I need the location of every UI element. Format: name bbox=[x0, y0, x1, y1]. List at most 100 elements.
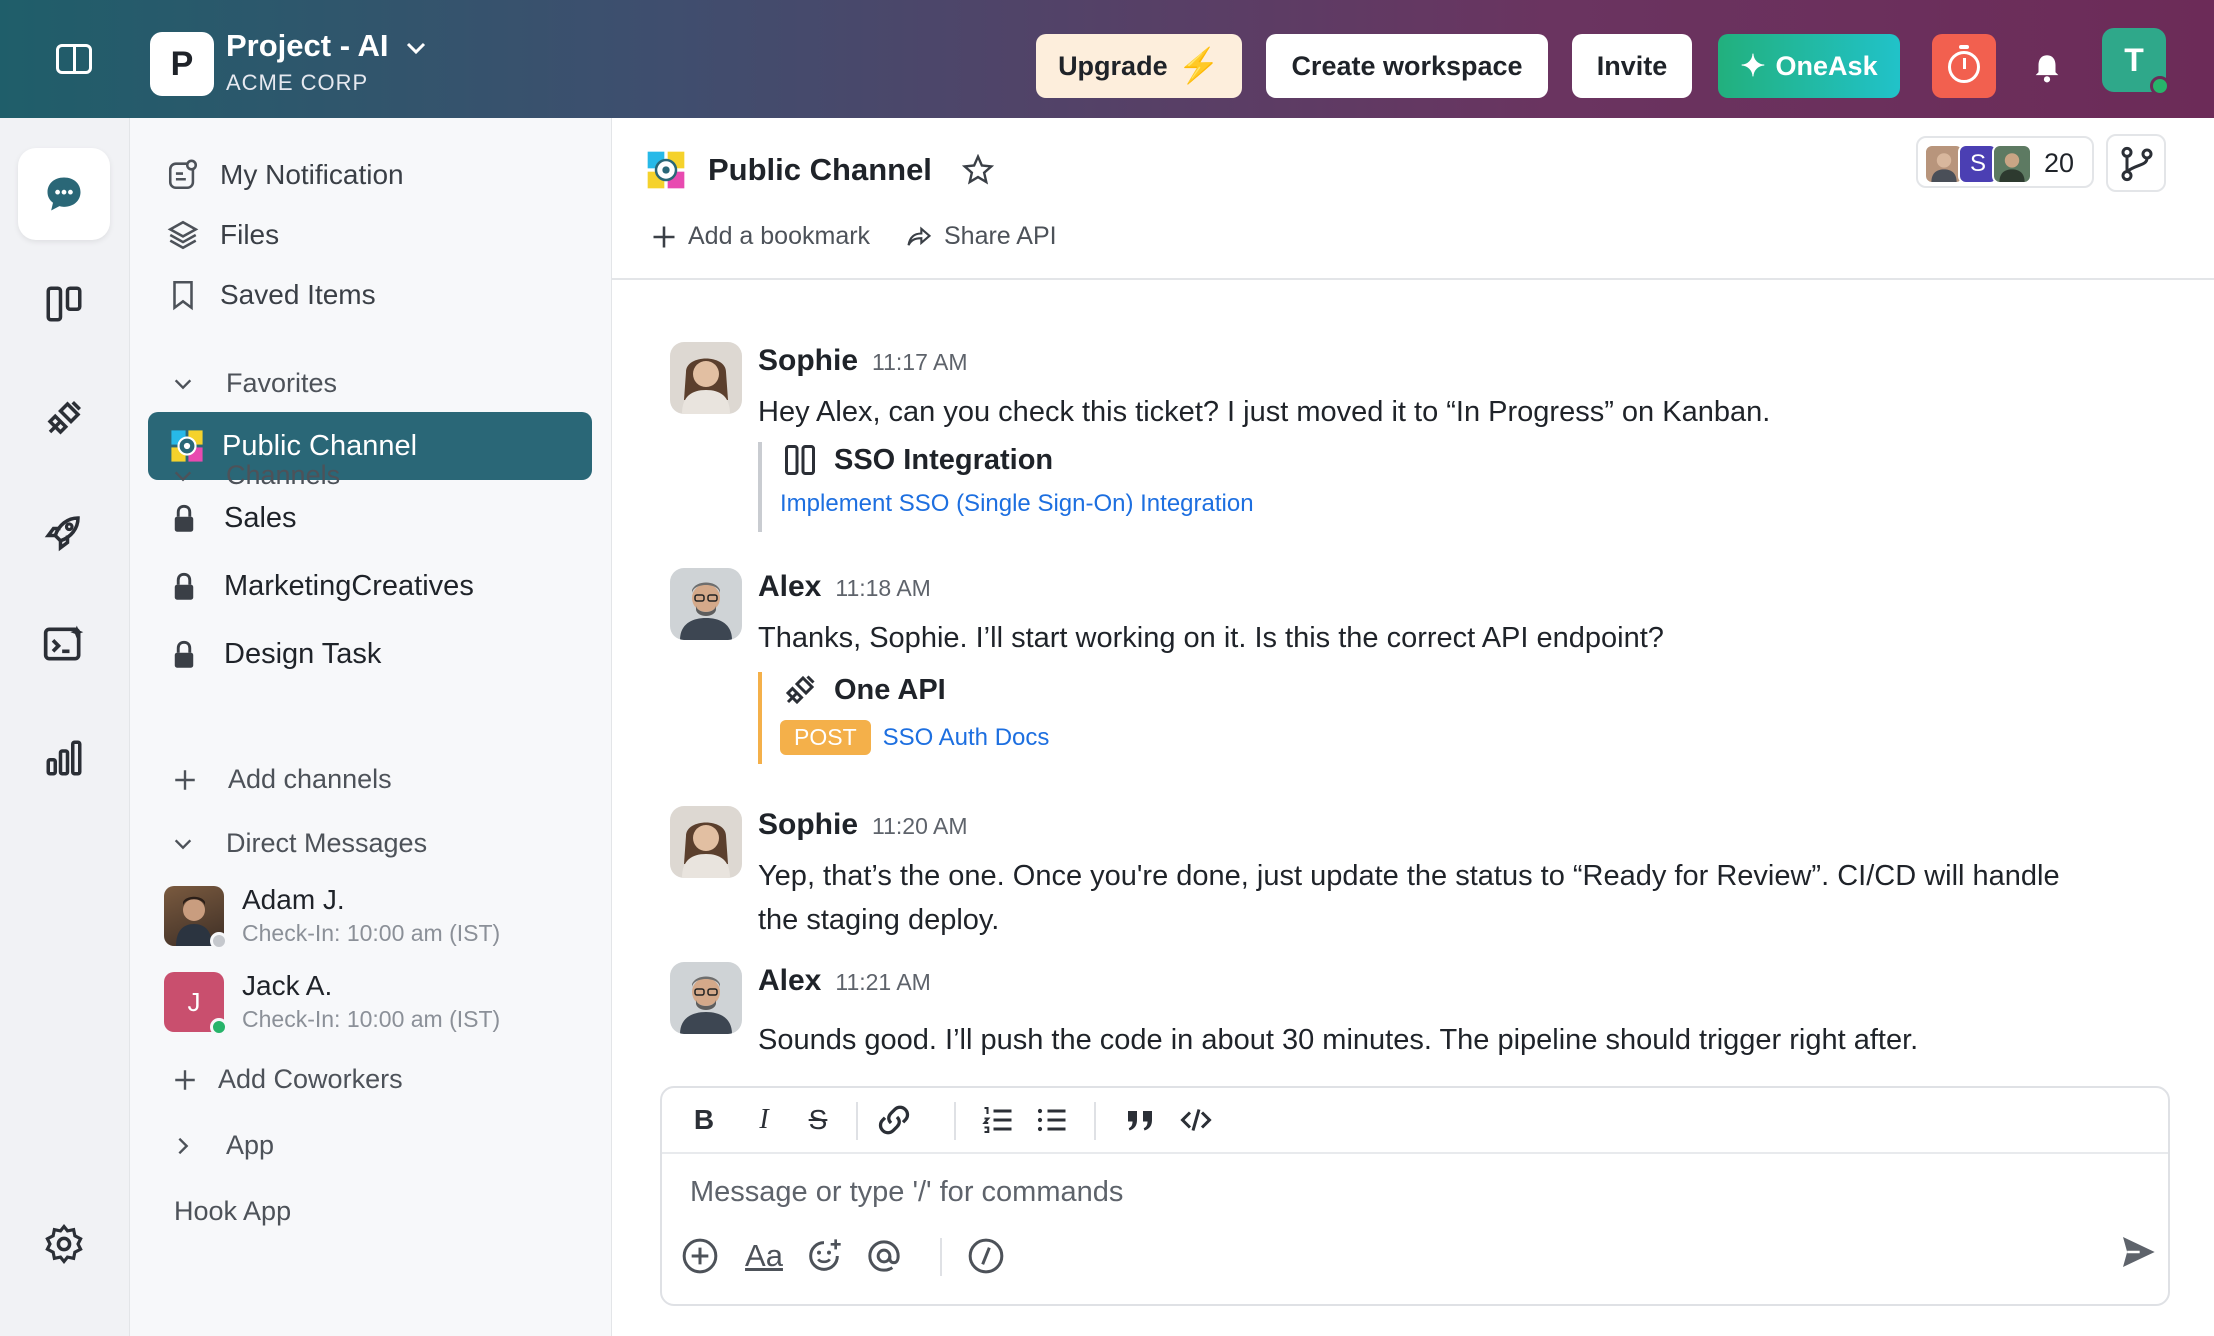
sidebar-item-files[interactable]: Files bbox=[166, 218, 279, 252]
mention-icon[interactable] bbox=[864, 1236, 904, 1276]
sidebar-item-marketing[interactable]: MarketingCreatives bbox=[172, 570, 474, 603]
upgrade-label: Upgrade bbox=[1058, 50, 1168, 81]
create-workspace-button[interactable]: Create workspace bbox=[1266, 34, 1548, 98]
sidebar-item-sales[interactable]: Sales bbox=[172, 502, 297, 535]
sidebar-item-saved[interactable]: Saved Items bbox=[166, 278, 376, 312]
channel-title: Public Channel bbox=[708, 152, 932, 187]
kanban-icon bbox=[46, 286, 82, 322]
add-bookmark-label: Add a bookmark bbox=[688, 222, 871, 250]
plus-icon bbox=[175, 1069, 195, 1090]
section-app[interactable]: App bbox=[170, 1130, 274, 1161]
bell-icon[interactable] bbox=[2030, 50, 2064, 86]
ticket-link[interactable]: Implement SSO (Single Sign-On) Integrati… bbox=[780, 490, 1254, 518]
oneask-label: OneAsk bbox=[1775, 50, 1878, 81]
section-direct-messages[interactable]: Direct Messages bbox=[170, 828, 427, 859]
chevron-down-icon[interactable] bbox=[404, 36, 428, 60]
chevron-down-icon bbox=[174, 378, 192, 389]
oneask-button[interactable]: ✦ OneAsk bbox=[1718, 34, 1900, 98]
strikethrough-icon[interactable]: S bbox=[800, 1102, 836, 1138]
sidebar-item-notifications[interactable]: My Notification bbox=[166, 158, 404, 192]
message-text: Hey Alex, can you check this ticket? I j… bbox=[758, 396, 1771, 428]
rail-chat[interactable] bbox=[18, 148, 110, 240]
author-name: Sophie bbox=[758, 344, 859, 377]
section-label: Direct Messages bbox=[226, 828, 428, 858]
ticket-card[interactable]: SSO Integration Implement SSO (Single Si… bbox=[758, 442, 1458, 532]
lock-icon bbox=[174, 640, 194, 668]
project-logo[interactable]: P bbox=[150, 32, 214, 96]
member-avatar bbox=[1992, 144, 2032, 184]
add-bookmark-button[interactable]: Add a bookmark bbox=[650, 222, 870, 251]
sidebar-item-label: Public Channel bbox=[222, 429, 418, 462]
rail-analytics[interactable] bbox=[18, 712, 110, 804]
add-coworkers-label: Add Coworkers bbox=[218, 1064, 403, 1094]
ordered-list-icon[interactable] bbox=[980, 1102, 1016, 1138]
message-input[interactable]: Message or type '/' for commands bbox=[690, 1176, 1123, 1209]
section-channels[interactable]: Channels bbox=[170, 460, 340, 491]
channel-logo-icon bbox=[647, 151, 685, 189]
sidebar-item-label: My Notification bbox=[220, 159, 404, 190]
sidebar-toggle-icon[interactable] bbox=[56, 44, 92, 74]
lightning-icon: ⚡ bbox=[1177, 47, 1220, 85]
dm-status: Check-In: 10:00 am (IST) bbox=[242, 920, 501, 946]
author-name: Alex bbox=[758, 964, 822, 997]
upgrade-button[interactable]: Upgrade ⚡ bbox=[1036, 34, 1242, 98]
rail-kanban[interactable] bbox=[18, 258, 110, 350]
message-time: 11:21 AM bbox=[835, 969, 931, 995]
presence-dot bbox=[210, 1018, 228, 1036]
bullet-list-icon[interactable] bbox=[1034, 1102, 1070, 1138]
message-time: 11:20 AM bbox=[872, 813, 968, 839]
gear-icon bbox=[45, 1223, 83, 1265]
dm-jack[interactable]: J Jack A. Check-In: 10:00 am (IST) bbox=[164, 970, 500, 1036]
rail-settings[interactable] bbox=[18, 1198, 110, 1290]
dm-adam[interactable]: Adam J. Check-In: 10:00 am (IST) bbox=[164, 884, 501, 950]
share-api-label: Share API bbox=[944, 222, 1057, 250]
star-icon[interactable] bbox=[962, 154, 994, 186]
timer-icon bbox=[1959, 45, 1969, 49]
add-channels-button[interactable]: Add channels bbox=[172, 764, 392, 795]
slash-command-icon[interactable] bbox=[966, 1236, 1006, 1276]
user-avatar[interactable]: T bbox=[2102, 28, 2170, 96]
avatar[interactable] bbox=[670, 962, 742, 1034]
rocket-icon bbox=[44, 516, 80, 552]
api-card[interactable]: One API POST SSO Auth Docs bbox=[758, 672, 1458, 764]
rail-api[interactable] bbox=[18, 372, 110, 464]
api-docs-link[interactable]: SSO Auth Docs bbox=[883, 724, 1050, 752]
avatar[interactable] bbox=[670, 342, 742, 414]
members-button[interactable]: S 20 bbox=[1916, 136, 2094, 188]
http-method-badge: POST bbox=[780, 720, 871, 755]
section-label: Favorites bbox=[226, 368, 338, 398]
project-name[interactable]: Project - AI bbox=[226, 28, 389, 64]
invite-button[interactable]: Invite bbox=[1572, 34, 1692, 98]
kanban-icon bbox=[785, 445, 815, 475]
branch-button[interactable] bbox=[2106, 134, 2166, 192]
plus-circle-icon[interactable] bbox=[680, 1236, 720, 1276]
git-branch-icon bbox=[2121, 146, 2153, 182]
sidebar-item-label: Files bbox=[220, 219, 280, 250]
italic-icon[interactable]: I bbox=[746, 1102, 782, 1138]
code-icon[interactable] bbox=[1178, 1102, 1214, 1138]
link-icon[interactable] bbox=[876, 1102, 912, 1138]
channel-logo-icon bbox=[171, 430, 203, 462]
section-label: App bbox=[226, 1130, 275, 1160]
card-title: One API bbox=[834, 673, 946, 706]
bold-icon[interactable]: B bbox=[686, 1102, 722, 1138]
online-status-dot bbox=[2150, 76, 2170, 96]
author-name: Alex bbox=[758, 570, 822, 603]
timer-button[interactable] bbox=[1932, 34, 1996, 98]
rail-ai-terminal[interactable] bbox=[18, 598, 110, 690]
avatar[interactable] bbox=[670, 806, 742, 878]
text-format-button[interactable]: Aa bbox=[740, 1236, 788, 1276]
sidebar-item-design-task[interactable]: Design Task bbox=[172, 638, 381, 671]
section-favorites[interactable]: Favorites bbox=[170, 368, 337, 399]
rail-deploy[interactable] bbox=[18, 486, 110, 578]
quote-icon[interactable] bbox=[1122, 1102, 1158, 1138]
add-coworkers-button[interactable]: Add Coworkers bbox=[172, 1064, 403, 1095]
avatar[interactable] bbox=[670, 568, 742, 640]
send-icon[interactable] bbox=[2118, 1232, 2158, 1272]
share-api-button[interactable]: Share API bbox=[904, 222, 1057, 251]
sidebar-item-hook-app[interactable]: Hook App bbox=[174, 1196, 291, 1227]
emoji-icon[interactable] bbox=[804, 1236, 844, 1276]
avatar-initial: J bbox=[187, 986, 201, 1017]
sidebar: My Notification Files Saved Items Favori… bbox=[130, 118, 612, 1336]
avatar bbox=[164, 886, 228, 950]
